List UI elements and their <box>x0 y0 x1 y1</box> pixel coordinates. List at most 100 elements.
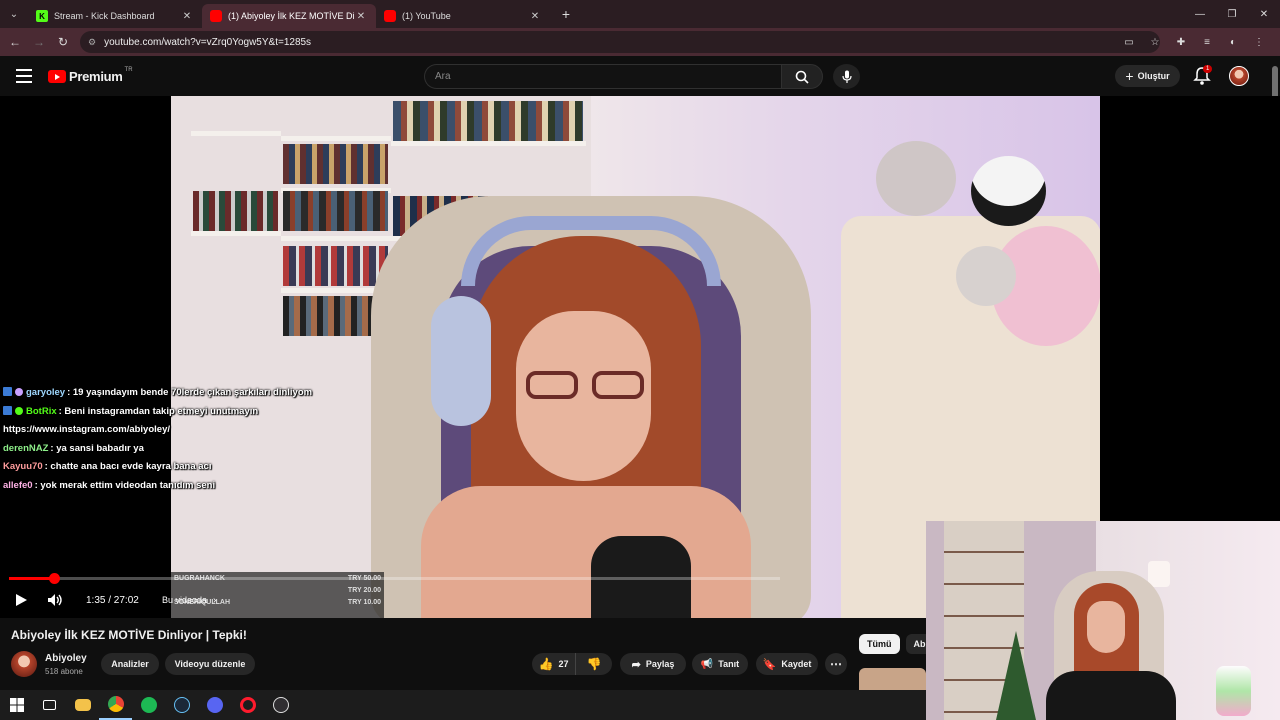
browser-menu-icon[interactable]: ⋮ <box>1246 37 1272 48</box>
microphone-icon <box>841 70 852 83</box>
bookmark-icon: 🔖 <box>762 658 777 671</box>
megaphone-icon: 📢 <box>700 658 714 670</box>
browser-tab-strip: ⌄ K Stream - Kick Dashboard ✕ (1) Abiyol… <box>0 0 1280 28</box>
glasses <box>526 371 651 401</box>
mute-button[interactable] <box>47 590 63 610</box>
headset-band <box>461 216 721 286</box>
video-info: Abiyoley İlk KEZ MOTİVE Dinliyor | Tepki… <box>0 618 926 690</box>
youtube-header: Premium TR Ara + Oluştur 1 <box>0 56 1280 96</box>
share-button[interactable]: ➦ Paylaş <box>620 653 686 675</box>
obs-icon[interactable] <box>264 690 297 720</box>
cast-icon[interactable]: ▭ <box>1116 37 1142 48</box>
youtube-logo[interactable]: Premium TR <box>48 67 133 84</box>
file-explorer-icon[interactable] <box>66 690 99 720</box>
play-icon <box>16 594 27 606</box>
task-view-icon[interactable] <box>33 690 66 720</box>
reload-icon[interactable]: ↻ <box>51 35 75 49</box>
back-icon[interactable]: ← <box>3 35 27 49</box>
chat-overlay: garyoley: 19 yaşındayım bende 70lerde çı… <box>3 384 423 495</box>
media-controls-icon[interactable]: ≡ <box>1194 37 1220 48</box>
search-input[interactable]: Ara <box>424 64 782 89</box>
profile-icon[interactable]: ◐ <box>1220 37 1246 48</box>
chat-line: garyoley: 19 yaşındayım bende 70lerde çı… <box>3 384 423 403</box>
channel-name[interactable]: Abiyoley <box>45 653 87 664</box>
chrome-icon[interactable] <box>99 690 132 720</box>
tab-kick-dashboard[interactable]: K Stream - Kick Dashboard ✕ <box>28 4 202 28</box>
recommendation-thumbnail[interactable] <box>859 668 926 690</box>
books <box>283 144 388 184</box>
voice-search-button[interactable] <box>833 64 860 89</box>
tab-youtube[interactable]: (1) YouTube ✕ <box>376 4 550 28</box>
chip-all[interactable]: Tümü <box>859 634 900 654</box>
edit-video-button[interactable]: Videoyu düzenle <box>165 653 255 675</box>
close-window-icon[interactable]: ✕ <box>1248 0 1280 28</box>
seek-handle[interactable] <box>49 573 61 584</box>
account-avatar[interactable] <box>1229 66 1249 86</box>
save-button[interactable]: 🔖 Kaydet <box>756 653 818 675</box>
badge-icon <box>15 406 23 415</box>
webcam-overlay <box>926 521 1280 720</box>
tab-current-video[interactable]: (1) Abiyoley İlk KEZ MOTİVE Dinliyor | T… <box>202 4 376 28</box>
thumbs-down-icon: 👎 <box>586 657 602 671</box>
opera-icon[interactable] <box>231 690 264 720</box>
chat-line: Kayuu70: chatte ana bacı evde kayra bana… <box>3 458 423 477</box>
chat-message: : ya sansi babadır ya <box>50 442 144 454</box>
restore-icon[interactable]: ❐ <box>1216 0 1248 28</box>
books <box>193 191 278 231</box>
close-tab-icon[interactable]: ✕ <box>354 11 368 22</box>
close-tab-icon[interactable]: ✕ <box>528 11 542 22</box>
chat-line: allefe0: yok merak ettim videodan tanıdı… <box>3 477 423 496</box>
thumbs-up-icon: 👍 <box>538 657 554 671</box>
extensions-icon[interactable]: ✚ <box>1168 37 1194 48</box>
new-tab-icon[interactable]: + <box>554 6 578 22</box>
forward-icon[interactable]: → <box>27 35 51 49</box>
analytics-button[interactable]: Analizler <box>101 653 159 675</box>
steam-icon[interactable] <box>165 690 198 720</box>
close-tab-icon[interactable]: ✕ <box>180 11 194 22</box>
plush-toy <box>956 246 1016 306</box>
shelf <box>191 231 281 236</box>
site-info-icon[interactable]: ⚙ <box>88 37 96 48</box>
spotify-icon[interactable] <box>132 690 165 720</box>
tab-search-icon[interactable]: ⌄ <box>0 0 28 28</box>
save-label: Kaydet <box>781 659 812 669</box>
menu-icon[interactable] <box>16 69 32 83</box>
tab-title: (1) YouTube <box>402 11 451 21</box>
chat-user: allefe0 <box>3 479 33 491</box>
minimize-icon[interactable]: — <box>1184 0 1216 28</box>
panda-plush <box>971 156 1046 226</box>
dislike-button[interactable]: 👎 <box>576 653 612 675</box>
create-button[interactable]: + Oluştur <box>1115 65 1180 87</box>
chat-line: https://www.instagram.com/abiyoley/ <box>3 421 423 440</box>
time-display: 1:35 / 27:02 <box>86 594 139 606</box>
video-title: Abiyoley İlk KEZ MOTİVE Dinliyor | Tepki… <box>11 628 247 642</box>
chat-message: : Beni instagramdan takip etmeyi unutmay… <box>58 405 259 417</box>
headset-earcup <box>431 296 491 426</box>
books <box>283 246 388 286</box>
search-icon <box>795 70 809 84</box>
discord-icon[interactable] <box>198 690 231 720</box>
search-button[interactable] <box>781 64 823 89</box>
kick-icon: K <box>36 10 48 22</box>
seek-bar[interactable] <box>9 573 780 584</box>
bookmark-star-icon[interactable]: ☆ <box>1142 37 1168 48</box>
play-button[interactable] <box>14 590 28 610</box>
channel-avatar[interactable] <box>11 651 37 677</box>
badge-icon <box>3 387 12 396</box>
badge-icon <box>3 405 12 415</box>
more-actions-icon[interactable]: ⋯ <box>825 653 847 675</box>
windows-logo-icon <box>9 698 24 712</box>
address-bar[interactable]: ⚙ youtube.com/watch?v=vZrq0Yogw5Y&t=1285… <box>80 31 1160 53</box>
lamp <box>1148 561 1170 587</box>
chapter-button[interactable]: Bu videoda › <box>162 590 216 610</box>
chat-user: Kayuu70 <box>3 461 43 472</box>
chat-line: derenNAZ: ya sansi babadır ya <box>3 440 423 459</box>
books <box>283 191 388 231</box>
streamer-body <box>1046 671 1176 720</box>
windows-start-icon[interactable] <box>0 690 33 720</box>
create-label: Oluştur <box>1137 71 1170 81</box>
promote-button[interactable]: 📢 Tanıt <box>692 653 748 675</box>
rgb-light <box>1216 666 1251 716</box>
chevron-right-icon: › <box>213 594 217 606</box>
like-button[interactable]: 👍 27 <box>532 653 576 675</box>
